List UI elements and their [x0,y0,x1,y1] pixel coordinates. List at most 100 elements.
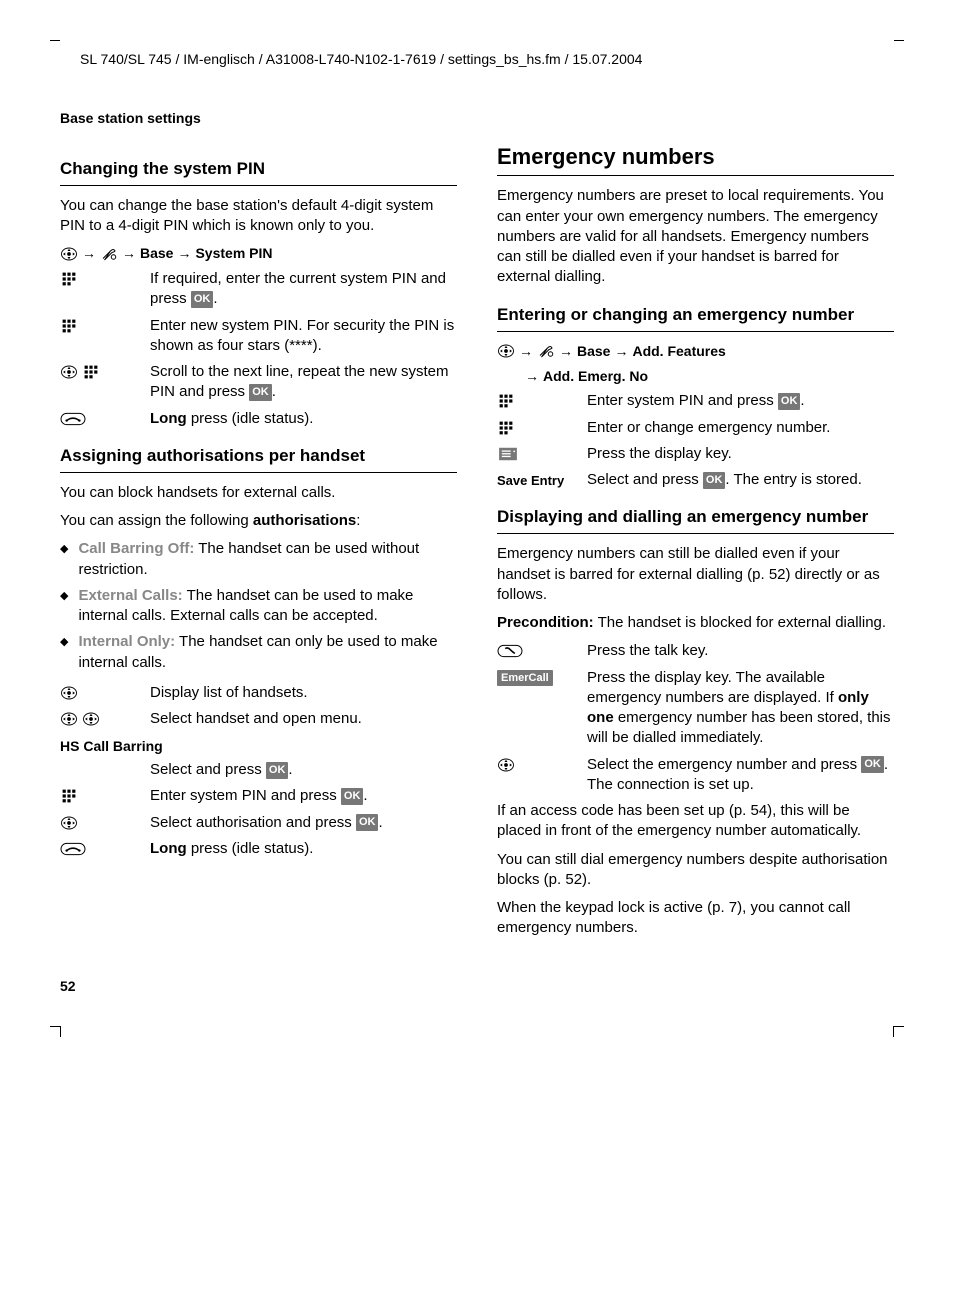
instruction-text: Select and press OK. The entry is stored… [587,470,894,490]
menu-path-cont: → Add. Emerg. No [497,367,894,386]
instruction-row: Enter system PIN and press OK. [497,391,894,411]
instruction-row: Display list of handsets. [60,683,457,703]
paragraph: When the keypad lock is active (p. 7), y… [497,898,894,939]
tools-icon [100,246,118,262]
page-number: 52 [60,977,894,996]
keypad-icon [497,393,515,409]
instruction-text: Enter system PIN and press OK. [150,786,457,806]
hangup-key-icon [60,411,86,427]
nav-key-icon [82,711,100,727]
instruction-text: Scroll to the next line, repeat the new … [150,362,457,403]
menu-path: → → Base → Add. Features [497,342,894,361]
nav-key-icon [497,343,515,359]
menu-path: → → Base → System PIN [60,244,457,263]
nav-key-icon [60,711,78,727]
instruction-row: Select and press OK. [60,760,457,780]
ok-badge: OK [191,291,214,308]
instruction-text: If required, enter the current system PI… [150,269,457,310]
sub-heading: HS Call Barring [60,737,457,756]
ok-badge: OK [778,393,801,410]
talk-key-icon [497,643,523,659]
divider [60,472,457,473]
nav-key-icon [60,685,78,701]
keypad-icon [60,318,78,334]
path-segment: Base [140,244,173,263]
path-segment: Base [577,342,610,361]
menu-key-icon [497,446,519,462]
instruction-row: Scroll to the next line, repeat the new … [60,362,457,403]
instruction-row: Save Entry Select and press OK. The entr… [497,470,894,490]
paragraph: You can change the base station's defaul… [60,196,457,237]
crop-marks-bottom [60,1016,894,1036]
instruction-row: Long press (idle status). [60,409,457,429]
tools-icon [537,343,555,359]
list-item: External Calls: The handset can be used … [60,586,457,627]
heading-emergency: Emergency numbers [497,142,894,172]
paragraph: Emergency numbers are preset to local re… [497,186,894,287]
instruction-row: Long press (idle status). [60,839,457,859]
instruction-text: Select the emergency number and press OK… [587,755,894,796]
heading-display-emerg: Displaying and dialling an emergency num… [497,506,894,529]
instruction-row: Select the emergency number and press OK… [497,755,894,796]
path-segment: System PIN [195,244,272,263]
keypad-icon [497,420,515,436]
list-item: Internal Only: The handset can only be u… [60,632,457,673]
keypad-icon [82,364,100,380]
bullet-list: Call Barring Off: The handset can be use… [60,539,457,673]
divider [497,175,894,176]
save-entry-label: Save Entry [497,472,564,490]
ok-badge: OK [703,472,726,489]
section-label: Base station settings [60,109,894,128]
instruction-row: Press the display key. [497,444,894,464]
nav-key-icon [60,815,78,831]
instruction-row: Enter system PIN and press OK. [60,786,457,806]
instruction-row: Press the talk key. [497,641,894,661]
heading-authorisations: Assigning authorisations per handset [60,445,457,468]
arrow-icon: → [519,342,533,361]
left-column: Changing the system PIN You can change t… [60,142,457,947]
path-segment: Add. Features [632,342,725,361]
paragraph: You can assign the following authorisati… [60,511,457,531]
header-path: SL 740/SL 745 / IM-englisch / A31008-L74… [60,50,894,69]
path-segment: Add. Emerg. No [543,367,648,386]
paragraph: You can still dial emergency numbers des… [497,850,894,891]
instruction-text: Display list of handsets. [150,683,457,703]
arrow-icon: → [122,244,136,263]
nav-key-icon [60,246,78,262]
paragraph: Precondition: The handset is blocked for… [497,613,894,633]
ok-badge: OK [341,788,364,805]
ok-badge: OK [861,756,884,773]
ok-badge: OK [356,814,379,831]
instruction-text: Press the display key. [587,444,894,464]
instruction-row: Enter new system PIN. For security the P… [60,316,457,357]
instruction-row: Select handset and open menu. [60,709,457,729]
ok-badge: OK [266,762,289,779]
paragraph: Emergency numbers can still be dialled e… [497,544,894,605]
instruction-text: Long press (idle status). [150,409,457,429]
ok-badge: OK [249,384,272,401]
instruction-text: Select handset and open menu. [150,709,457,729]
instruction-text: Select authorisation and press OK. [150,813,457,833]
paragraph: If an access code has been set up (p. 54… [497,801,894,842]
hangup-key-icon [60,841,86,857]
content-columns: Changing the system PIN You can change t… [60,142,894,947]
right-column: Emergency numbers Emergency numbers are … [497,142,894,947]
keypad-icon [60,271,78,287]
crop-marks-top [60,30,894,50]
keypad-icon [60,788,78,804]
instruction-row: EmerCall Press the display key. The avai… [497,668,894,749]
instruction-text: Enter or change emergency number. [587,418,894,438]
divider [497,533,894,534]
instruction-text: Select and press OK. [150,760,457,780]
heading-changing-pin: Changing the system PIN [60,158,457,181]
instruction-text: Enter system PIN and press OK. [587,391,894,411]
arrow-icon: → [559,342,573,361]
divider [60,185,457,186]
instruction-text: Press the display key. The available eme… [587,668,894,749]
paragraph: You can block handsets for external call… [60,483,457,503]
arrow-icon: → [614,342,628,361]
arrow-icon: → [525,367,539,386]
divider [497,331,894,332]
instruction-text: Long press (idle status). [150,839,457,859]
instruction-text: Press the talk key. [587,641,894,661]
